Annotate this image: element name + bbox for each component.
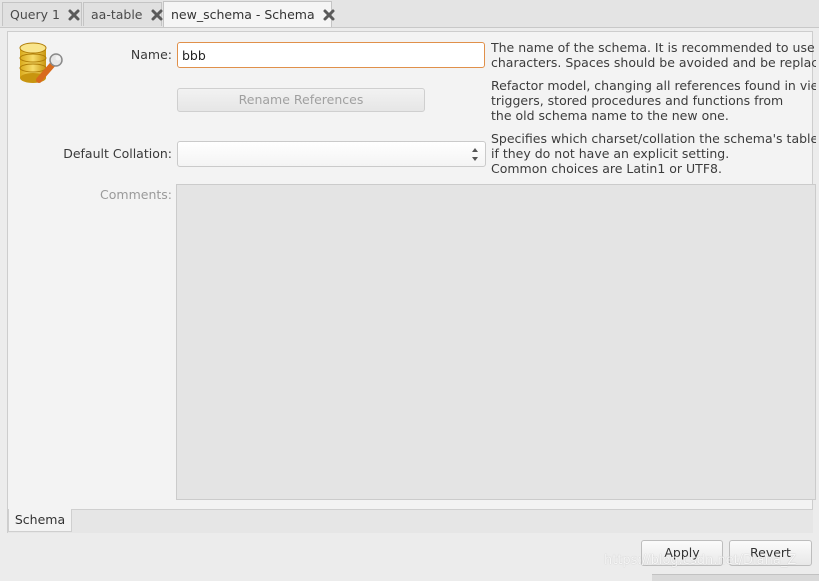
name-label: Name: [130, 47, 172, 62]
default-collation-select[interactable] [177, 141, 486, 167]
rename-help-text: Refactor model, changing all references … [491, 78, 816, 123]
comments-label: Comments: [100, 187, 172, 202]
tab-schema[interactable]: Schema [8, 509, 72, 532]
tab-label: Query 1 [10, 7, 60, 22]
database-schema-icon [17, 42, 65, 86]
tab-label: new_schema - Schema [171, 7, 315, 22]
default-collation-label: Default Collation: [63, 146, 172, 161]
help-line: Refactor model, changing all references … [491, 78, 816, 93]
help-line: The name of the schema. It is recommende… [491, 40, 816, 55]
help-line: triggers, stored procedures and function… [491, 93, 784, 108]
rename-references-button[interactable]: Rename References [177, 88, 425, 112]
schema-name-input[interactable] [177, 42, 485, 68]
tab-label: aa-table [91, 7, 143, 22]
help-line: characters. Spaces should be avoided and… [491, 55, 816, 70]
help-line: Specifies which charset/collation the sc… [491, 131, 816, 146]
close-icon[interactable] [150, 8, 164, 22]
tab-aa-table[interactable]: aa-table [83, 2, 162, 26]
tab-new-schema[interactable]: new_schema - Schema [163, 1, 335, 27]
editor-tab-bar: Query 1 aa-table new_schema - Schema [0, 0, 819, 28]
close-icon[interactable] [67, 8, 81, 22]
help-line: if they do not have an explicit setting. [491, 146, 730, 161]
watermark: https://blog.csdn.net/Diana_Z [604, 553, 797, 568]
name-help-text: The name of the schema. It is recommende… [491, 40, 816, 70]
collation-help-text: Specifies which charset/collation the sc… [491, 131, 816, 176]
tab-query-1[interactable]: Query 1 [2, 2, 82, 26]
updown-arrows-icon [471, 147, 479, 162]
comments-textarea[interactable] [176, 184, 816, 500]
bottom-tab-bar: Schema [8, 509, 813, 533]
help-line: Common choices are Latin1 or UTF8. [491, 161, 722, 176]
help-line: the old schema name to the new one. [491, 108, 729, 123]
close-icon[interactable] [322, 8, 336, 22]
